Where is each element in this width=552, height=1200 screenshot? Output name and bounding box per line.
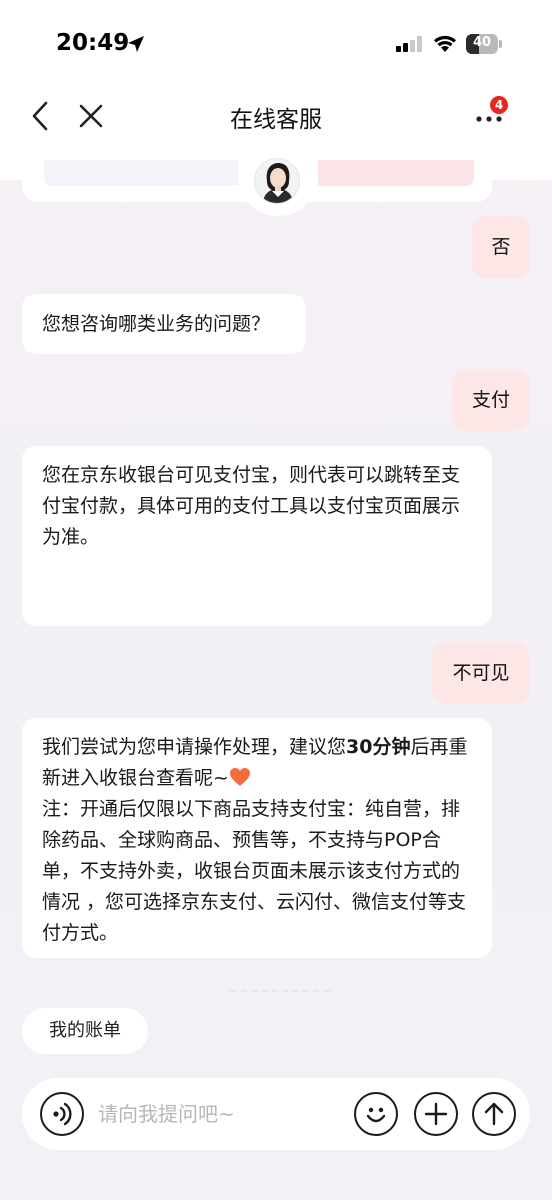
location-arrow-icon xyxy=(128,36,144,52)
cellular-signal-icon xyxy=(396,36,422,52)
battery-icon: 40 xyxy=(466,34,502,54)
input-bar: 请向我提问吧~ xyxy=(22,1078,530,1150)
status-time: 20:49 xyxy=(56,30,130,56)
wifi-icon xyxy=(434,35,456,52)
user-message: 支付 xyxy=(452,369,530,431)
user-message: 不可见 xyxy=(432,642,530,704)
bot-message: 您在京东收银台可见支付宝，则代表可以跳转至支付宝付款，具体可用的支付工具以支付宝… xyxy=(22,446,492,626)
smiley-icon xyxy=(366,1107,386,1123)
voice-icon xyxy=(53,1102,72,1126)
agent-avatar xyxy=(254,158,300,204)
plus-icon xyxy=(424,1102,448,1126)
user-message: 否 xyxy=(472,216,530,278)
bot-message-text: 我们尝试为您申请操作处理，建议您 xyxy=(42,736,347,758)
battery-level: 40 xyxy=(472,35,492,50)
status-bar: 20:49 40 xyxy=(0,0,552,80)
previous-card-option xyxy=(44,160,244,186)
notification-badge: 4 xyxy=(490,96,508,114)
bot-message: 我们尝试为您申请操作处理，建议您30分钟后再重新进入收银台查看呢~ 注：开通后仅… xyxy=(22,718,492,958)
agent-avatar-image xyxy=(255,159,299,203)
previous-card-option xyxy=(314,160,474,186)
divider xyxy=(230,990,330,1000)
more-button[interactable]: 4 xyxy=(470,96,508,130)
more-icon xyxy=(476,116,502,122)
heart-icon xyxy=(229,768,250,786)
arrow-up-icon xyxy=(484,1102,504,1126)
bot-message-bold-text: 30分钟 xyxy=(346,736,411,758)
quick-reply-my-bill[interactable]: 我的账单 xyxy=(22,1008,148,1054)
emoji-button[interactable] xyxy=(354,1092,398,1136)
bot-message: 您想咨询哪类业务的问题？ xyxy=(22,294,306,354)
bot-message-note: 注：开通后仅限以下商品支持支付宝：纯自营，排除药品、全球购商品、预售等，不支持与… xyxy=(42,798,467,944)
send-button[interactable] xyxy=(472,1092,516,1136)
add-attachment-button[interactable] xyxy=(414,1092,458,1136)
voice-input-button[interactable] xyxy=(40,1092,84,1136)
message-input[interactable]: 请向我提问吧~ xyxy=(98,1098,235,1127)
